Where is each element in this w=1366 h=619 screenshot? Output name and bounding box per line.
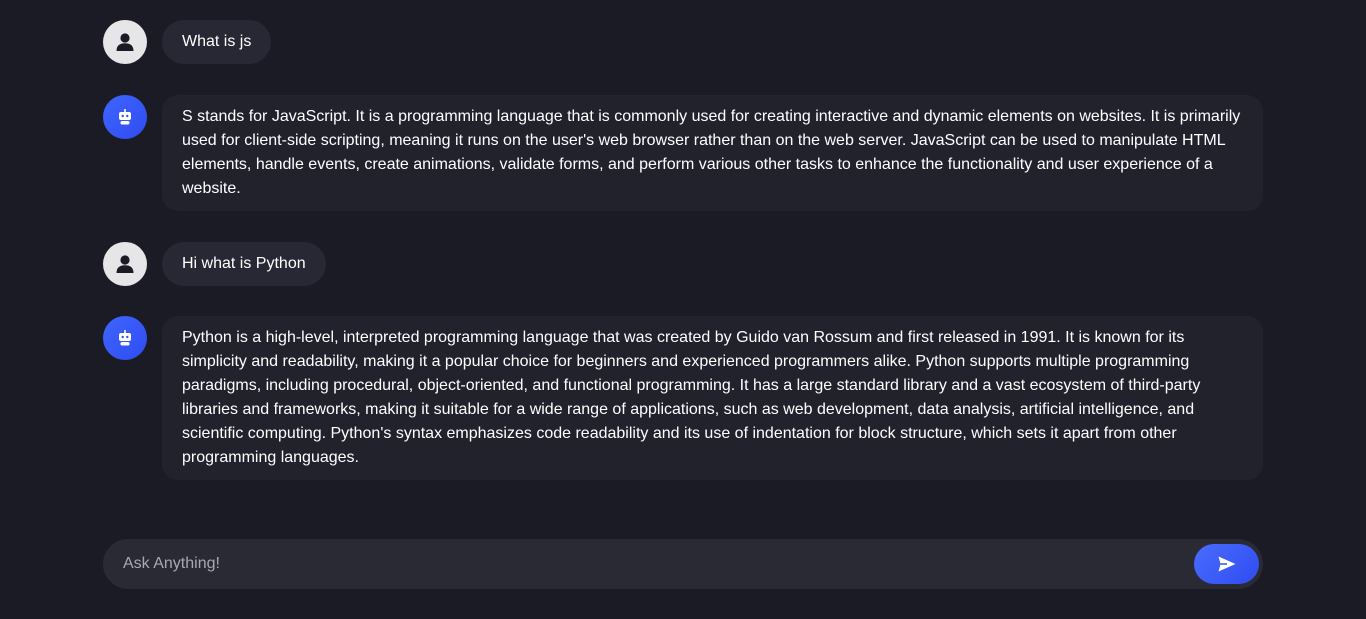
user-message-bubble: What is js <box>162 20 272 64</box>
bot-message-bubble: S stands for JavaScript. It is a program… <box>162 95 1263 211</box>
composer-bar <box>103 539 1263 589</box>
user-icon <box>116 33 134 51</box>
user-icon <box>116 255 134 273</box>
user-message-bubble: Hi what is Python <box>162 242 326 286</box>
robot-icon <box>119 109 131 125</box>
chat-input[interactable] <box>123 539 1183 589</box>
send-icon <box>1218 556 1235 572</box>
bot-message-bubble: Python is a high-level, interpreted prog… <box>162 316 1263 480</box>
message-bot: Python is a high-level, interpreted prog… <box>103 316 1263 480</box>
chat-app: What is js S stands for JavaScript. It i… <box>0 0 1366 619</box>
bot-avatar <box>103 316 147 360</box>
send-button[interactable] <box>1194 544 1259 584</box>
user-avatar <box>103 242 147 286</box>
bot-avatar <box>103 95 147 139</box>
message-user: What is js <box>103 20 1263 64</box>
robot-icon <box>119 330 131 346</box>
user-avatar <box>103 20 147 64</box>
message-bot: S stands for JavaScript. It is a program… <box>103 95 1263 211</box>
message-user: Hi what is Python <box>103 242 1263 286</box>
message-list: What is js S stands for JavaScript. It i… <box>103 20 1263 480</box>
